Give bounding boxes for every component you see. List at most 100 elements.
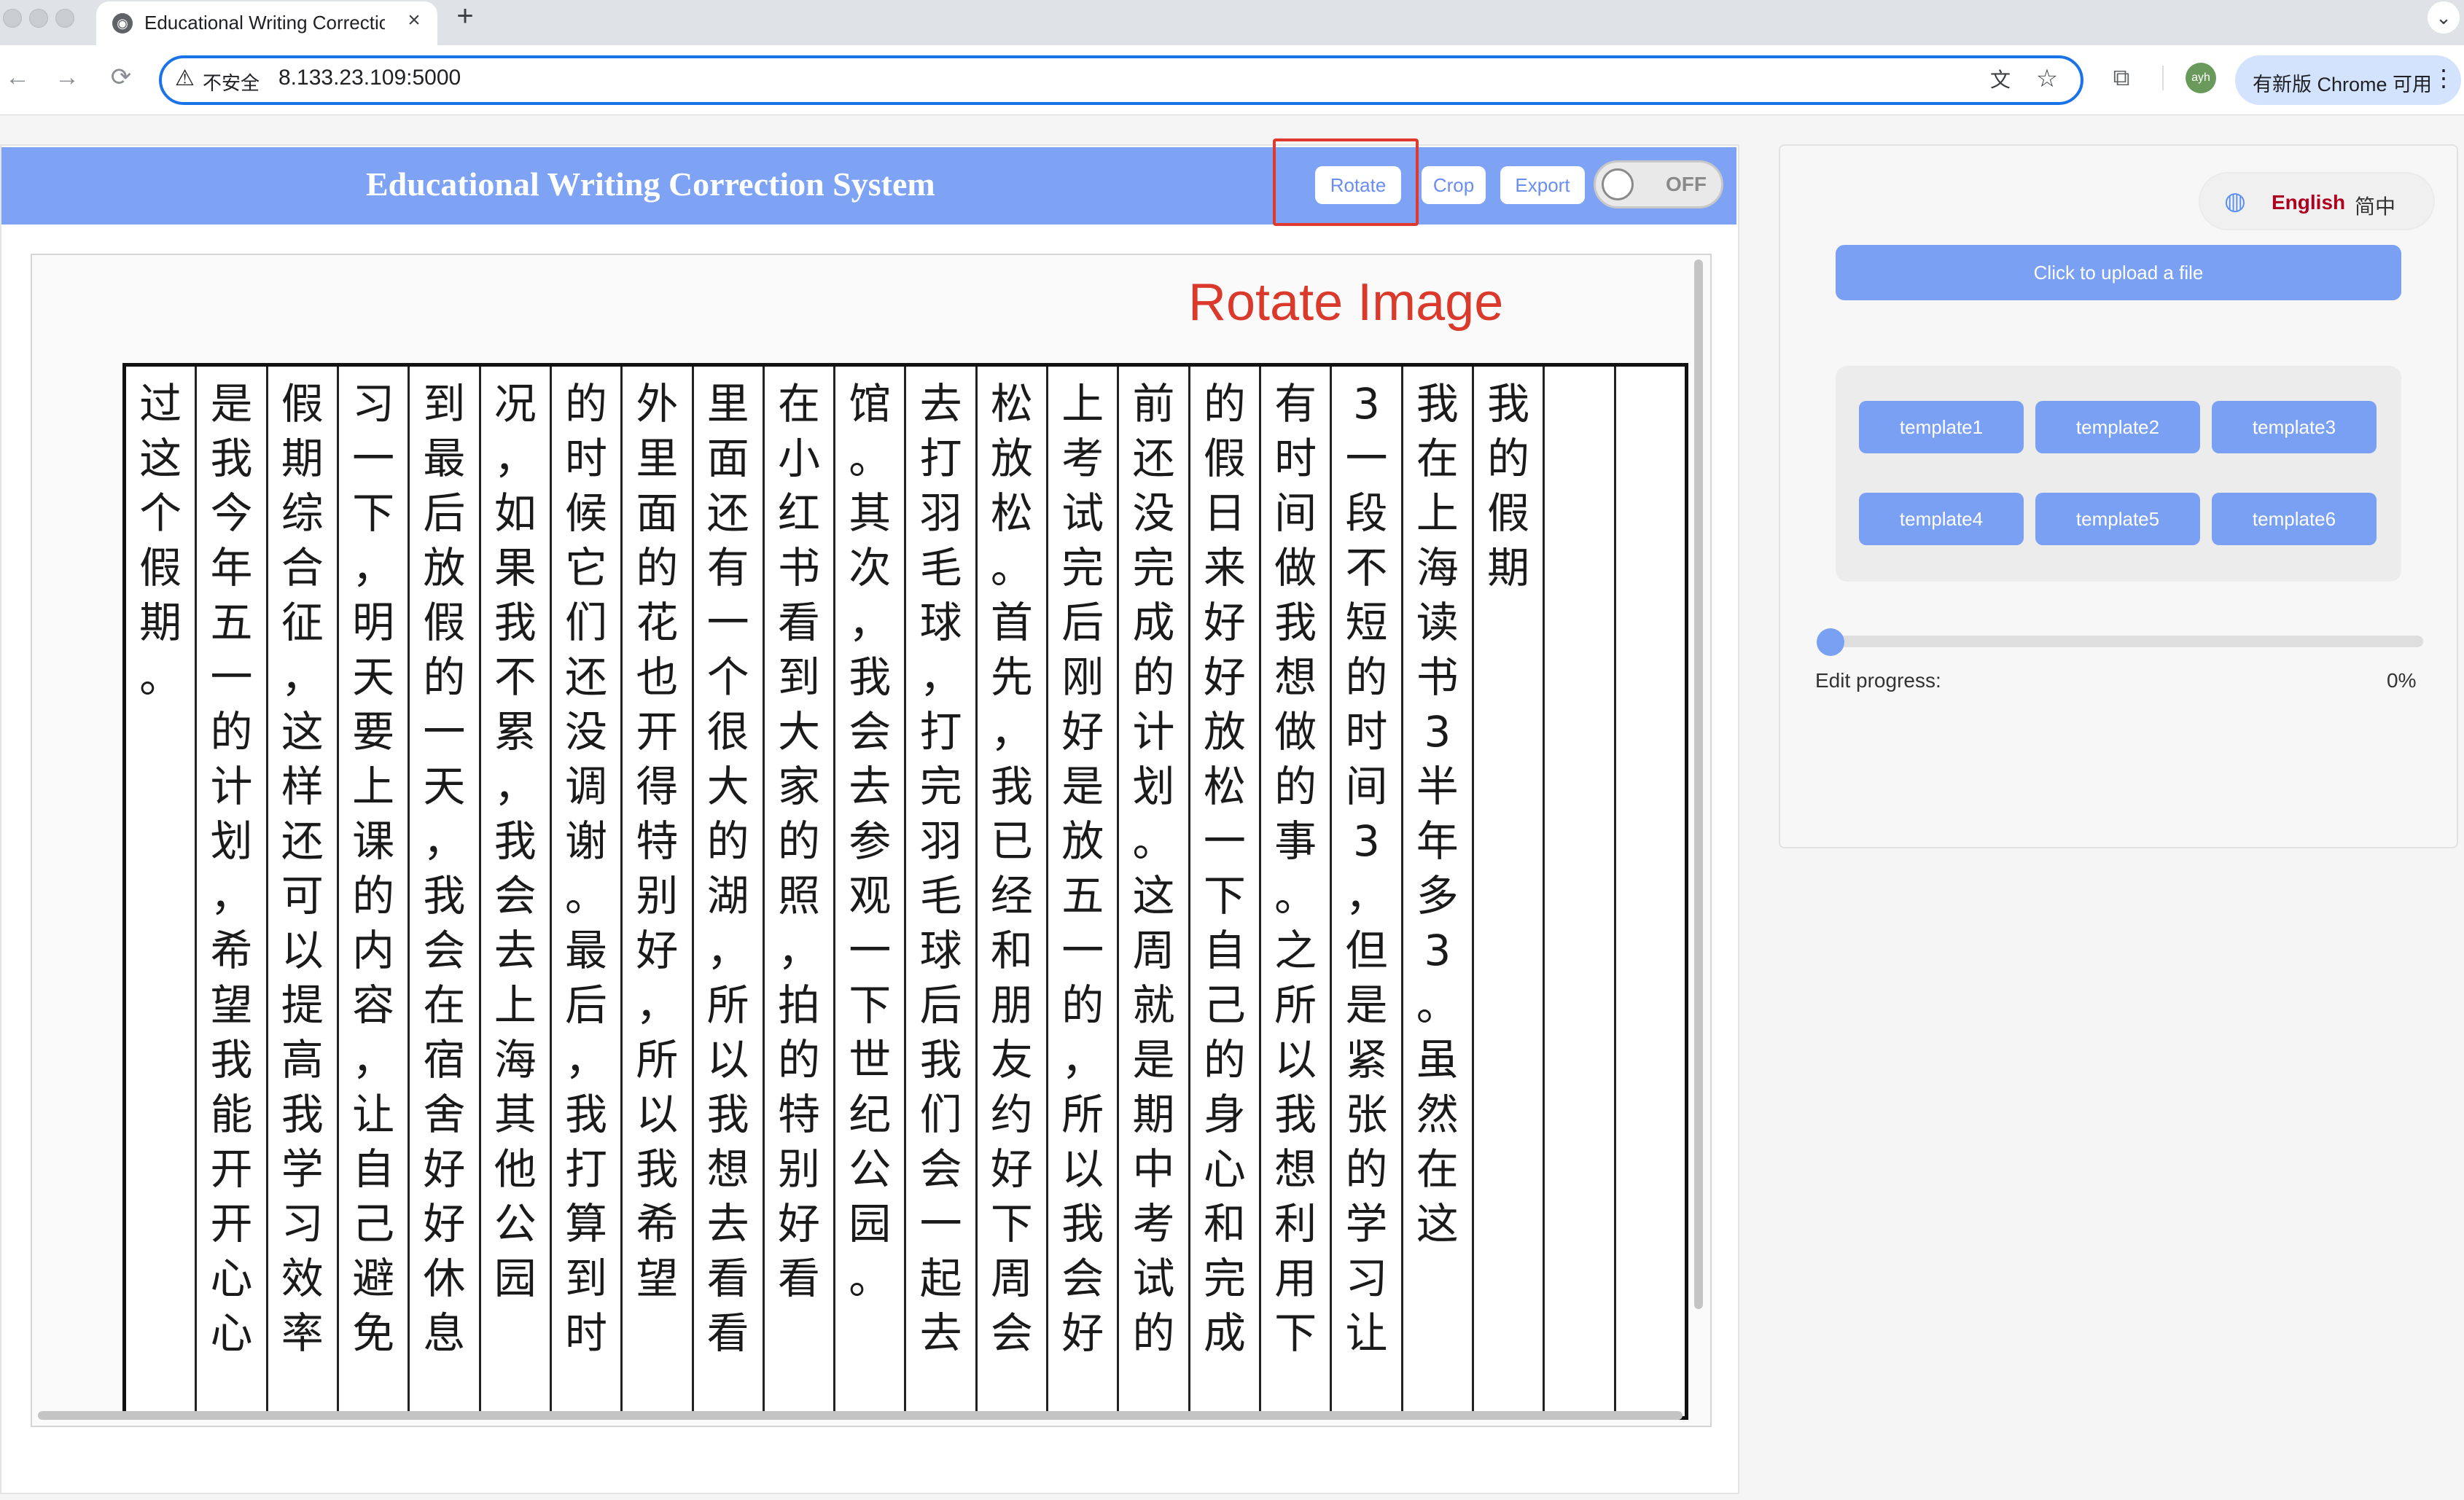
essay-column: 的假日来好好放松一下自己的身心和完成: [1190, 367, 1261, 1416]
essay-character: ，: [1345, 871, 1388, 921]
essay-character: 纪: [849, 1090, 892, 1139]
essay-character: 下: [1274, 1308, 1317, 1358]
essay-character: ，: [494, 434, 537, 483]
address-bar[interactable]: ⚠ 不安全 8.133.23.109:5000 文 ☆: [159, 55, 2083, 105]
template-button-4[interactable]: template4: [1859, 493, 2024, 545]
essay-character: 。: [849, 1254, 892, 1303]
essay-character: 别: [777, 1144, 820, 1194]
vertical-scrollbar[interactable]: [1694, 259, 1703, 1309]
window-maximize-control[interactable]: [55, 9, 74, 28]
essay-character: 的: [423, 652, 466, 702]
essay-character: 一: [1061, 926, 1104, 975]
extensions-icon[interactable]: ⧉: [2105, 61, 2137, 93]
essay-character: 期: [139, 598, 182, 647]
template-button-6[interactable]: template6: [2212, 493, 2377, 545]
essay-character: ，: [281, 652, 324, 702]
essay-character: 果: [494, 543, 537, 593]
back-button[interactable]: ←: [1, 61, 34, 93]
edit-progress-handle[interactable]: [1817, 628, 1844, 656]
essay-character: 还: [565, 652, 608, 702]
window-close-control[interactable]: [3, 9, 22, 28]
correction-toggle[interactable]: OFF: [1594, 160, 1723, 208]
essay-column: 3 一段不短的时间 3，但是紧张的学习让: [1332, 367, 1403, 1416]
essay-character: 免: [352, 1308, 395, 1358]
browser-tab[interactable]: ◉ Educational Writing Correctio ×: [96, 1, 437, 45]
template-list: template1 template2 template3 template4 …: [1836, 366, 2401, 582]
essay-character: 我: [706, 1090, 749, 1139]
essay-character: 馆: [849, 379, 892, 429]
essay-character: 望: [210, 980, 253, 1030]
essay-column: 我在上海读书 3 半年多 3。虽然在这: [1403, 367, 1474, 1416]
rotate-highlight-box: [1273, 138, 1419, 226]
essay-character: 去: [706, 1199, 749, 1249]
essay-character: 3: [1353, 379, 1380, 429]
essay-character: 合: [281, 543, 324, 593]
essay-character: 的: [1132, 652, 1175, 702]
essay-character: 看: [706, 1308, 749, 1358]
insecure-label[interactable]: 不安全: [203, 69, 260, 95]
essay-column: 我的假期: [1474, 367, 1545, 1416]
essay-character: 己: [352, 1199, 395, 1249]
essay-character: 这: [1416, 1199, 1459, 1249]
forward-button[interactable]: →: [51, 61, 83, 93]
essay-character: 容: [352, 980, 395, 1030]
essay-character: 率: [281, 1308, 324, 1358]
essay-character: 心: [210, 1254, 253, 1303]
essay-character: 心: [210, 1308, 253, 1358]
window-minimize-control[interactable]: [29, 9, 48, 28]
essay-character: 还: [1132, 434, 1175, 483]
export-button[interactable]: Export: [1500, 166, 1585, 204]
language-chinese[interactable]: 简中: [2355, 191, 2395, 220]
language-english[interactable]: English: [2272, 191, 2345, 214]
essay-character: 来: [1203, 543, 1246, 593]
essay-character: 以: [706, 1035, 749, 1085]
essay-character: 期: [281, 434, 324, 483]
essay-character: 时: [565, 434, 608, 483]
reload-button[interactable]: ⟳: [105, 61, 137, 93]
essay-character: 我: [1061, 1199, 1104, 1249]
essay-character: 到: [777, 652, 820, 702]
essay-character: 提: [281, 980, 324, 1030]
essay-character: 年: [1416, 816, 1459, 866]
template-button-1[interactable]: template1: [1859, 401, 2024, 453]
essay-character: 一: [919, 1199, 962, 1249]
essay-character: 是: [1345, 980, 1388, 1030]
essay-character: 家: [777, 762, 820, 811]
essay-character: 所: [636, 1035, 679, 1085]
essay-character: 红: [777, 488, 820, 538]
upload-button[interactable]: Click to upload a file: [1836, 245, 2401, 300]
chrome-update-button[interactable]: 有新版 Chrome 可用 ⋮: [2235, 55, 2461, 105]
more-icon[interactable]: ⋮: [2432, 64, 2455, 92]
edit-progress-track[interactable]: [1821, 636, 2423, 647]
close-icon[interactable]: ×: [401, 7, 427, 34]
essay-character: 考: [1061, 434, 1104, 483]
essay-character: 会: [494, 871, 537, 921]
template-button-2[interactable]: template2: [2035, 401, 2200, 453]
essay-character: 好: [990, 1144, 1033, 1194]
essay-character: 松: [990, 379, 1033, 429]
essay-character: 天: [423, 762, 466, 811]
essay-character: 的: [706, 816, 749, 866]
essay-character: 先: [990, 652, 1033, 702]
profile-avatar[interactable]: ayh: [2186, 63, 2216, 93]
essay-character: 的: [1132, 1308, 1175, 1358]
essay-character: 羽: [919, 816, 962, 866]
essay-character: 一: [1345, 434, 1388, 483]
star-icon[interactable]: ☆: [2032, 64, 2062, 93]
crop-button[interactable]: Crop: [1422, 166, 1486, 204]
new-tab-button[interactable]: +: [451, 1, 480, 31]
horizontal-scrollbar[interactable]: [38, 1411, 1683, 1420]
essay-image-viewport[interactable]: 过这个假期。是我今年五一的计划，希望我能开开心心假期综合征，这样还可以提高我学习…: [31, 254, 1712, 1427]
template-button-5[interactable]: template5: [2035, 493, 2200, 545]
chevron-down-icon[interactable]: ⌄: [2428, 1, 2460, 34]
template-button-3[interactable]: template3: [2212, 401, 2377, 453]
essay-character: 的: [210, 707, 253, 757]
essay-character: ，: [494, 762, 537, 811]
url-text[interactable]: 8.133.23.109:5000: [278, 66, 461, 90]
essay-character: 已: [990, 816, 1033, 866]
language-switcher[interactable]: ◍ English 简中: [2199, 172, 2435, 230]
translate-icon[interactable]: 文: [1986, 66, 2015, 95]
essay-character: 我: [281, 1090, 324, 1139]
essay-character: 假: [281, 379, 324, 429]
essay-character: 园: [494, 1254, 537, 1303]
